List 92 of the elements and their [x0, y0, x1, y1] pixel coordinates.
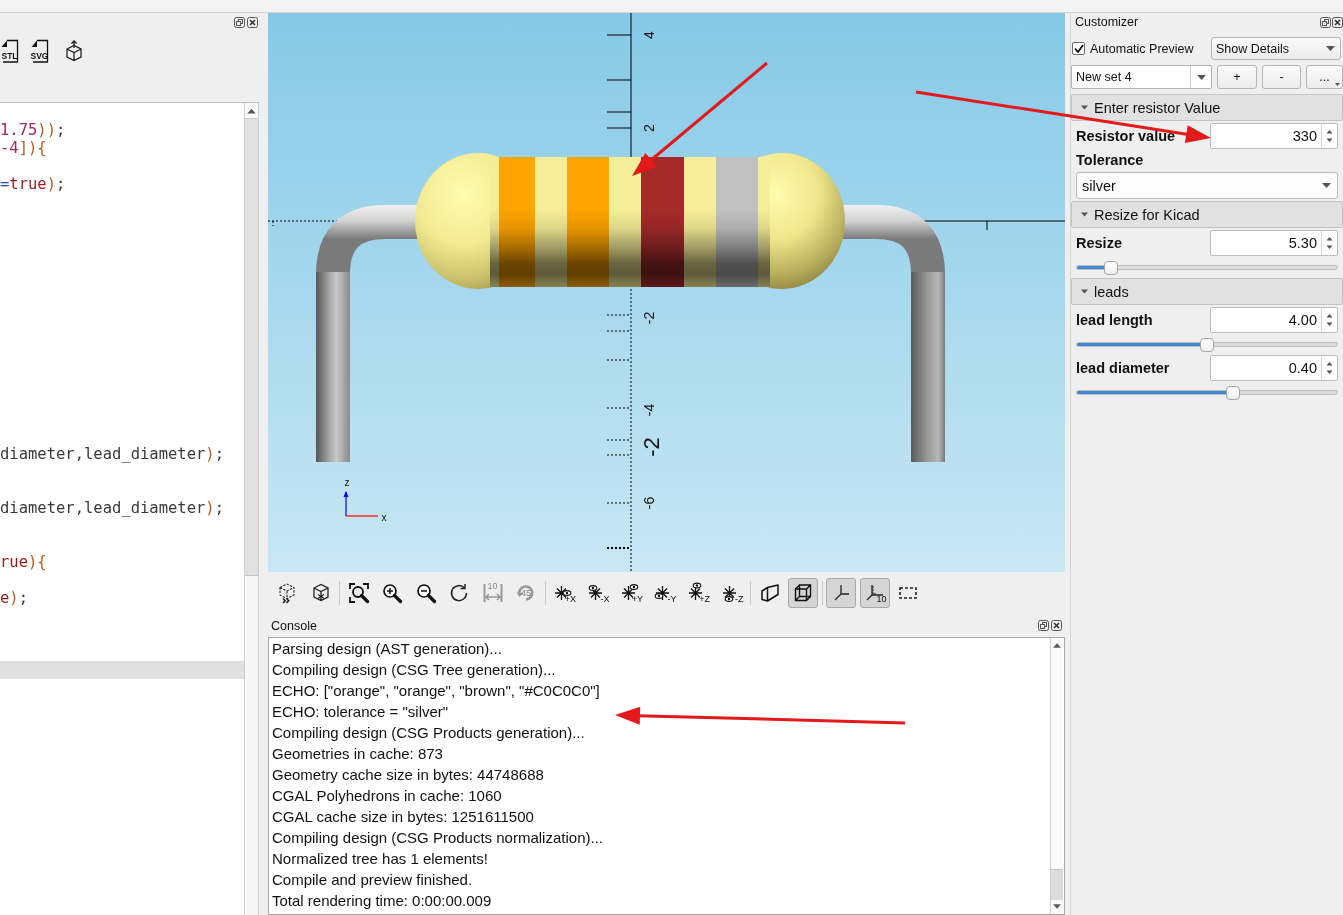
scrollbar[interactable] [244, 103, 259, 915]
console-line: Normalized tree has 1 elements! [272, 849, 488, 869]
caret-icon [1196, 74, 1206, 80]
console-line: CGAL Polyhedrons in cache: 1060 [272, 786, 502, 806]
view-bottom-button[interactable]: -Z [716, 578, 747, 608]
console-line: CGAL cache size in bytes: 1251611500 [272, 807, 534, 827]
details-dropdown[interactable]: Show Details [1211, 37, 1341, 60]
axis-label: x [381, 511, 387, 523]
frustum-icon [758, 582, 781, 604]
axis-label: -6 [641, 496, 657, 510]
orthogonal-button[interactable] [788, 578, 818, 608]
code-line: 1.75)); [0, 121, 66, 139]
console-line: ECHO: tolerance = "silver" [272, 702, 449, 722]
code-line: e); [0, 589, 29, 607]
zoom-fit-icon [347, 582, 370, 604]
axis-label: 4 [641, 31, 657, 39]
code-line: =true); [0, 175, 66, 193]
dropdown[interactable]: silver [1076, 172, 1338, 199]
console-line: Total rendering time: 0:00:00.009 [272, 891, 492, 911]
console-line: Compiling design (CSG Products generation)... [272, 723, 585, 743]
param-label: Resize [1076, 235, 1122, 251]
caret-icon [1326, 46, 1335, 51]
code-line: rue){ [0, 553, 47, 571]
zoom-out-icon [414, 582, 437, 604]
param-label: lead length [1076, 312, 1153, 328]
preset-combobox[interactable]: New set 4 [1071, 65, 1212, 89]
file-icon [0, 39, 19, 63]
axes-gizmo-icon [343, 491, 379, 517]
axis-label: -2 [641, 311, 657, 325]
number-field[interactable]: 330 [1210, 123, 1338, 149]
show-scale-button[interactable]: 10 [859, 578, 890, 608]
scrollbar[interactable] [1050, 638, 1063, 914]
slider-thumb[interactable] [1226, 385, 1240, 400]
number-field[interactable]: 5.30 [1210, 230, 1338, 256]
float-icon[interactable] [234, 17, 245, 28]
remove-button[interactable]: - [1262, 65, 1301, 89]
cube-arrow-icon[interactable] [64, 40, 84, 62]
view-top-button[interactable]: +Z [683, 578, 713, 608]
show-axes-button[interactable] [826, 578, 856, 608]
slider-thumb[interactable] [1200, 337, 1214, 352]
caret-icon [1322, 183, 1331, 188]
view-left-button[interactable]: -X [582, 578, 613, 608]
scrollbar-thumb[interactable] [245, 119, 258, 576]
console-line: Geometry cache size in bytes: 44748688 [272, 765, 544, 785]
axis-label: -2 [638, 437, 664, 457]
group-header[interactable]: Enter resistor Value [1071, 94, 1343, 121]
group-header[interactable]: Resize for Kicad [1071, 201, 1343, 228]
view-back-button[interactable]: +Y [616, 578, 646, 608]
view-right-button[interactable]: +X [549, 578, 579, 608]
code-line: diameter,lead_diameter); [0, 445, 224, 463]
axis-label: -4 [641, 403, 657, 417]
zoom-in-icon [381, 582, 403, 604]
number-field[interactable]: 0.40 [1210, 355, 1338, 381]
param-label: lead diameter [1076, 360, 1170, 376]
axis-label: z [344, 476, 350, 488]
menu-indicator-icon [1335, 83, 1340, 86]
view-front-button[interactable]: -Y [649, 578, 680, 608]
console-line: Compile and preview finished. [272, 870, 473, 890]
close-icon[interactable] [247, 17, 258, 28]
group-header[interactable]: leads [1071, 278, 1343, 305]
width-arrows-icon [481, 582, 504, 604]
wireframe-cube-icon [792, 582, 814, 604]
more-button[interactable]: ... [1306, 65, 1343, 89]
code-line: diameter,lead_diameter); [0, 499, 224, 517]
param-label: Resistor value [1076, 128, 1176, 144]
console-line: Compiling design (CSG Tree generation)... [272, 660, 556, 680]
scrollbar-thumb[interactable] [1051, 869, 1063, 900]
param-label: Tolerance [1076, 152, 1144, 168]
panel-title: Console [271, 618, 317, 633]
close-icon[interactable] [1332, 16, 1343, 28]
file-export-button[interactable]: SVG [30, 39, 49, 63]
3d-viewport[interactable]: 4 2 -2 -4 -2 -6 z x [268, 13, 1065, 572]
checkmark-icon [1073, 44, 1084, 53]
file-icon [30, 39, 49, 63]
circular-arrow-icon [448, 582, 470, 604]
dashed-cube-icon [276, 582, 298, 604]
checkbox[interactable] [1072, 42, 1085, 55]
console-line: ECHO: ["orange", "orange", "brown", "#C0C0C0"] [272, 681, 600, 701]
console-line: Geometries in cache: 873 [272, 744, 443, 764]
console-line: Compiling design (CSG Products normalization)... [272, 828, 603, 848]
float-icon[interactable] [1320, 16, 1331, 28]
code-line: -4]){ [0, 139, 47, 157]
close-icon[interactable] [1051, 620, 1062, 631]
file-export-button[interactable]: STL [0, 39, 19, 63]
add-button[interactable]: + [1217, 65, 1257, 89]
panel-title: Customizer [1075, 15, 1139, 29]
axis-label: 2 [641, 124, 657, 132]
slider-thumb[interactable] [1103, 260, 1118, 275]
number-field[interactable]: 4.00 [1210, 307, 1338, 333]
float-icon[interactable] [1038, 620, 1049, 631]
console-line: Parsing design (AST generation)... [272, 639, 502, 659]
checkbox-label[interactable]: Automatic Preview [1090, 41, 1194, 56]
